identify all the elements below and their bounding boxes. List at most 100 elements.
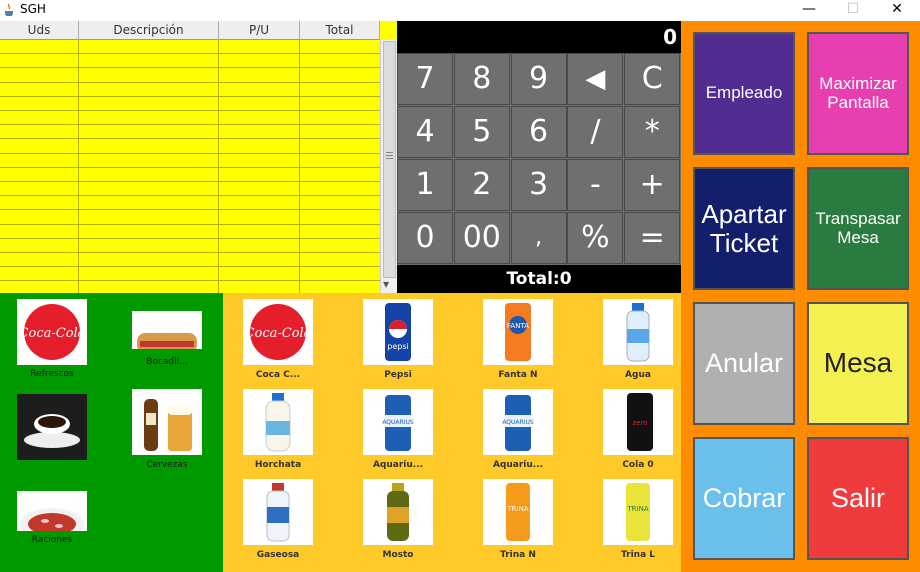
calc-key[interactable]: 8 <box>453 53 510 105</box>
table-row[interactable] <box>0 83 380 97</box>
maximize-button[interactable]: ☐ <box>830 0 876 20</box>
product-label: Mosto <box>382 550 414 560</box>
calc-key[interactable]: 0 <box>397 212 453 264</box>
table-row[interactable] <box>0 139 380 154</box>
calc-key[interactable]: 6 <box>510 106 567 158</box>
beer-icon <box>132 389 202 455</box>
apartar-ticket-button[interactable]: Apartar Ticket <box>693 167 795 290</box>
horchata-bottle-icon <box>243 389 313 455</box>
product-label: Fanta N <box>498 370 538 380</box>
calc-key[interactable]: - <box>567 159 624 211</box>
table-row[interactable] <box>0 154 380 168</box>
aquarius-can-icon: AQUARIUS <box>363 389 433 455</box>
scroll-down-icon[interactable]: ▼ <box>383 280 389 289</box>
scroll-corner <box>380 21 397 40</box>
product-label: Horchata <box>254 460 302 470</box>
product-label: Cola 0 <box>622 460 654 470</box>
column-divider <box>218 40 219 293</box>
ham-plate-icon <box>17 491 87 531</box>
calc-key[interactable]: 9 <box>510 53 567 105</box>
close-button[interactable]: ✕ <box>874 0 920 20</box>
mesa-button[interactable]: Mesa <box>807 302 909 425</box>
calculator-display: 0 <box>663 25 677 49</box>
table-row[interactable] <box>0 97 380 111</box>
calculator-keypad: 7 8 9 ◀ C 4 5 6/* 1 2 3- +0 00,% = <box>397 53 681 265</box>
svg-text:AQUARIUS: AQUARIUS <box>382 419 414 426</box>
ticket-scrollbar[interactable]: ▲ ▼ <box>380 21 397 293</box>
table-row[interactable] <box>0 111 380 126</box>
table-row[interactable] <box>0 239 380 253</box>
product-panel: Coca-Cola Coca C... pepsi Pepsi FANTA Fanta N… <box>223 293 681 572</box>
column-header-pu[interactable]: P/U <box>219 21 300 40</box>
action-panel: Empleado Maximizar Pantalla Apartar Ticket… <box>681 21 920 572</box>
category-label: Cafes <box>39 450 65 460</box>
svg-text:pepsi: pepsi <box>387 342 408 351</box>
anular-button[interactable]: Anular <box>693 302 795 425</box>
calc-key-backspace-icon[interactable]: ◀ <box>567 53 624 105</box>
calc-key[interactable]: * <box>624 106 681 158</box>
product-label: Aquariu... <box>372 460 424 470</box>
calc-key[interactable]: 00 <box>453 212 510 264</box>
calc-key[interactable]: 1 <box>397 159 453 211</box>
column-divider <box>78 40 79 293</box>
table-row[interactable] <box>0 196 380 211</box>
table-row[interactable] <box>0 281 380 293</box>
calc-key[interactable]: 2 <box>453 159 510 211</box>
table-row[interactable] <box>0 182 380 197</box>
calc-key[interactable]: + <box>624 159 681 211</box>
table-row[interactable] <box>0 253 380 268</box>
table-row[interactable] <box>0 54 380 69</box>
calc-key[interactable]: 5 <box>453 106 510 158</box>
column-header-descripcion[interactable]: Descripción <box>79 21 219 40</box>
ticket-table: Uds Descripción P/U Total ▲ ▼ <box>0 21 397 293</box>
cobrar-button[interactable]: Cobrar <box>693 437 795 560</box>
scrollbar-thumb[interactable] <box>383 41 396 278</box>
title-bar: SGH — ☐ ✕ <box>0 0 920 20</box>
sandwich-icon <box>132 311 202 349</box>
coke-zero-can-icon: zero <box>603 389 673 455</box>
product-label: Pepsi <box>384 370 412 380</box>
table-row[interactable] <box>0 225 380 239</box>
svg-text:AQUARIUS: AQUARIUS <box>502 419 534 426</box>
category-panel: Coca-Cola Refrescos Bocadil... Cafes Cerveza… <box>0 293 223 572</box>
product-label: Gaseosa <box>256 550 300 560</box>
trina-orange-can-icon: TRINA <box>483 479 553 545</box>
calc-key[interactable]: = <box>624 212 681 264</box>
calculator: 0 7 8 9 ◀ C 4 5 6/* 1 2 3- +0 00,% = Total:0 <box>397 21 681 293</box>
svg-text:TRINA: TRINA <box>626 505 648 513</box>
calc-key[interactable]: 3 <box>510 159 567 211</box>
table-row[interactable] <box>0 68 380 83</box>
ticket-rows[interactable] <box>0 40 380 293</box>
category-label: Raciones <box>31 535 73 545</box>
window-title: SGH <box>20 2 46 16</box>
svg-text:zero: zero <box>633 419 648 427</box>
transpasar-mesa-button[interactable]: Transpasar Mesa <box>807 167 909 290</box>
mosto-bottle-icon <box>363 479 433 545</box>
calc-key[interactable]: 4 <box>397 106 453 158</box>
coca-cola-icon: Coca-Cola <box>243 299 313 365</box>
minimize-button[interactable]: — <box>786 0 832 20</box>
java-app-icon <box>5 3 13 16</box>
calc-key[interactable]: , <box>510 212 567 264</box>
table-row[interactable] <box>0 40 380 55</box>
column-header-uds[interactable]: Uds <box>0 21 79 40</box>
coca-cola-bottlecap-icon: Coca-Cola <box>17 299 87 365</box>
pepsi-can-icon: pepsi <box>363 299 433 365</box>
maximizar-pantalla-button[interactable]: Maximizar Pantalla <box>807 32 909 155</box>
product-label: Trina N <box>500 550 536 560</box>
product-label: Agua <box>625 370 651 380</box>
salir-button[interactable]: Salir <box>807 437 909 560</box>
calc-key[interactable]: % <box>567 212 624 264</box>
svg-text:Coca-Cola: Coca-Cola <box>245 326 312 341</box>
table-row[interactable] <box>0 267 380 282</box>
table-row[interactable] <box>0 168 380 182</box>
calc-key[interactable]: C <box>624 53 681 105</box>
table-row[interactable] <box>0 210 380 225</box>
empleado-button[interactable]: Empleado <box>693 32 795 155</box>
category-label: Cervezas <box>146 460 188 470</box>
calc-key[interactable]: 7 <box>397 53 453 105</box>
calc-key[interactable]: / <box>567 106 624 158</box>
table-row[interactable] <box>0 125 380 140</box>
column-header-total[interactable]: Total <box>300 21 380 40</box>
ticket-total: Total:0 <box>506 269 572 289</box>
